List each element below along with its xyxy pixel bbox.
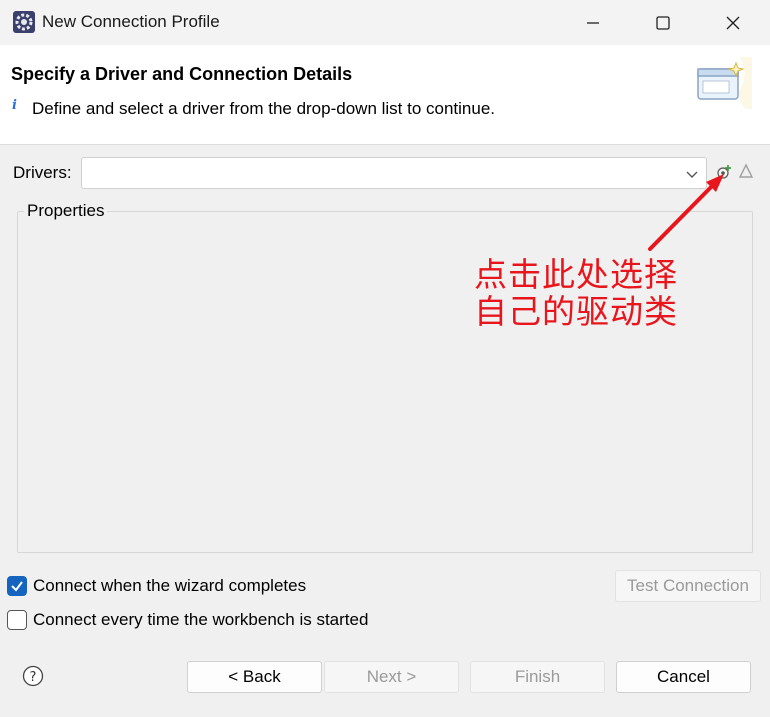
annotation-line-1: 点击此处选择 bbox=[474, 255, 678, 294]
help-icon[interactable]: ? bbox=[22, 665, 44, 687]
minimize-button[interactable] bbox=[570, 0, 616, 45]
drivers-dropdown[interactable] bbox=[81, 157, 707, 189]
page-description: Define and select a driver from the drop… bbox=[32, 99, 496, 118]
connect-on-complete-label: Connect when the wizard completes bbox=[33, 576, 307, 595]
maximize-button[interactable] bbox=[640, 0, 686, 45]
window-title: New Connection Profile bbox=[42, 12, 220, 31]
connect-on-complete-row[interactable]: Connect when the wizard completes bbox=[7, 576, 306, 596]
page-title: Specify a Driver and Connection Details bbox=[11, 64, 353, 84]
next-button[interactable]: Next > bbox=[324, 661, 459, 693]
connect-on-complete-checkbox[interactable] bbox=[7, 576, 27, 596]
annotation-line-2: 自己的驱动类 bbox=[474, 292, 678, 331]
finish-button[interactable]: Finish bbox=[470, 661, 605, 693]
info-icon: i bbox=[12, 98, 17, 111]
minimize-icon bbox=[587, 21, 599, 24]
svg-text:i: i bbox=[12, 98, 17, 111]
edit-driver-icon[interactable] bbox=[738, 163, 754, 179]
cancel-button[interactable]: Cancel bbox=[616, 661, 751, 693]
title-bar: New Connection Profile bbox=[0, 0, 770, 45]
annotation-text: 点击此处选择 自己的驱动类 bbox=[474, 256, 714, 330]
wizard-header: Specify a Driver and Connection Details … bbox=[0, 45, 770, 145]
eclipse-gear-icon bbox=[13, 11, 35, 33]
connect-on-startup-row[interactable]: Connect every time the workbench is star… bbox=[7, 610, 368, 630]
close-button[interactable] bbox=[710, 0, 756, 45]
connect-on-startup-label: Connect every time the workbench is star… bbox=[33, 610, 369, 629]
wizard-banner-icon bbox=[697, 57, 752, 109]
drivers-label: Drivers: bbox=[13, 163, 72, 182]
close-icon bbox=[726, 16, 740, 29]
connect-on-startup-checkbox[interactable] bbox=[7, 610, 27, 630]
svg-text:?: ? bbox=[30, 670, 37, 685]
checkmark-icon bbox=[11, 581, 23, 592]
back-button[interactable]: < Back bbox=[187, 661, 322, 693]
properties-label: Properties bbox=[24, 201, 108, 221]
test-connection-button[interactable]: Test Connection bbox=[615, 570, 761, 602]
annotation-arrow-icon bbox=[648, 174, 724, 251]
maximize-icon bbox=[656, 15, 670, 30]
